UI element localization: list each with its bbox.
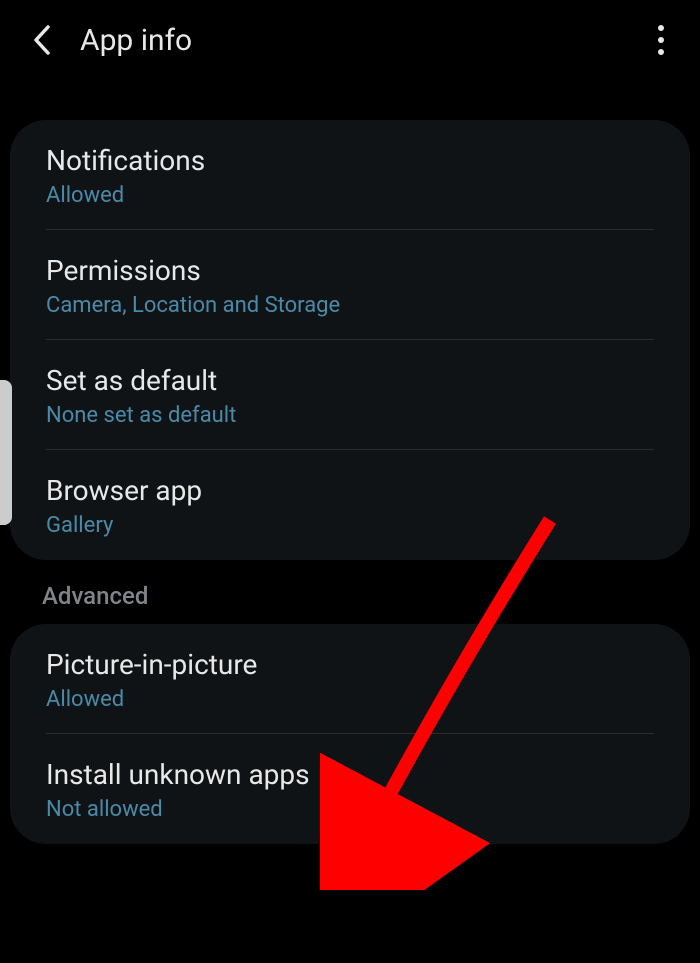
scroll-indicator[interactable] bbox=[0, 380, 12, 525]
install-unknown-apps-item[interactable]: Install unknown apps Not allowed bbox=[10, 734, 690, 844]
notifications-item[interactable]: Notifications Allowed bbox=[10, 120, 690, 230]
set-default-item[interactable]: Set as default None set as default bbox=[10, 340, 690, 450]
item-title: Picture-in-picture bbox=[46, 648, 654, 681]
browser-app-item[interactable]: Browser app Gallery bbox=[10, 450, 690, 560]
item-subtitle: Allowed bbox=[46, 687, 654, 712]
item-title: Install unknown apps bbox=[46, 758, 654, 791]
item-title: Set as default bbox=[46, 364, 654, 397]
picture-in-picture-item[interactable]: Picture-in-picture Allowed bbox=[10, 624, 690, 734]
page-title: App info bbox=[80, 23, 192, 58]
item-title: Notifications bbox=[46, 144, 654, 177]
item-title: Permissions bbox=[46, 254, 654, 287]
permissions-item[interactable]: Permissions Camera, Location and Storage bbox=[10, 230, 690, 340]
settings-card-1: Notifications Allowed Permissions Camera… bbox=[10, 120, 690, 560]
settings-card-2: Picture-in-picture Allowed Install unkno… bbox=[10, 624, 690, 844]
item-subtitle: Gallery bbox=[46, 513, 654, 538]
item-subtitle: None set as default bbox=[46, 403, 654, 428]
item-title: Browser app bbox=[46, 474, 654, 507]
item-subtitle: Allowed bbox=[46, 183, 654, 208]
chevron-left-icon bbox=[32, 24, 52, 56]
header-left: App info bbox=[28, 23, 192, 58]
more-options-icon[interactable] bbox=[650, 17, 672, 63]
advanced-section-header: Advanced bbox=[0, 582, 700, 616]
item-subtitle: Camera, Location and Storage bbox=[46, 293, 654, 318]
app-header: App info bbox=[0, 0, 700, 80]
item-subtitle: Not allowed bbox=[46, 797, 654, 822]
back-icon[interactable] bbox=[28, 26, 56, 54]
